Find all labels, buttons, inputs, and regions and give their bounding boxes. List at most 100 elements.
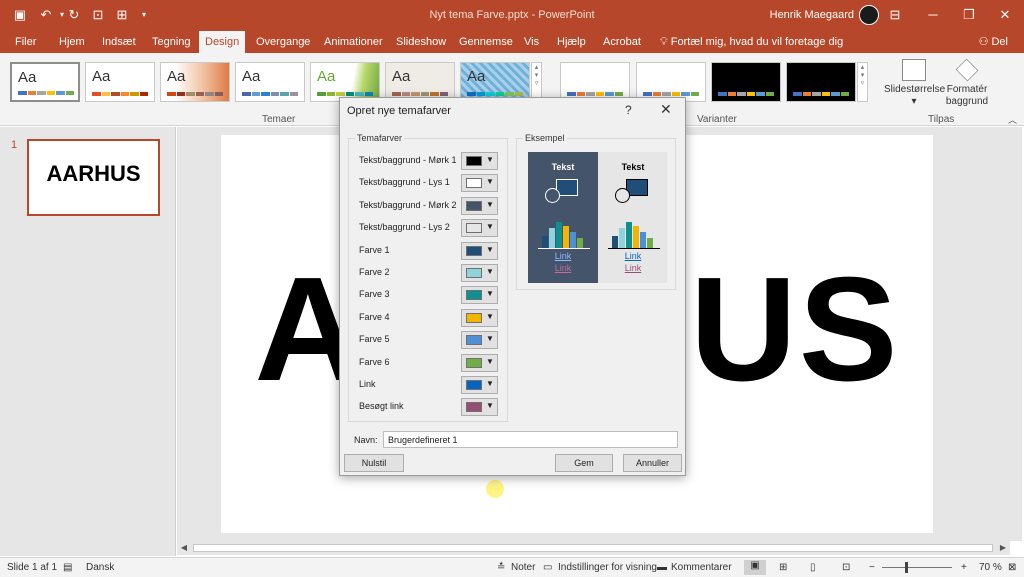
title-bar: ▣ ↶ ▾ ↻ ⊡ ⊞ ▾ Nyt tema Farve.pptx - Powe… — [0, 0, 1024, 31]
display-settings-icon: ▭ — [543, 562, 553, 573]
color-picker-button[interactable]: ▼ — [461, 152, 498, 170]
color-swatch — [466, 380, 482, 390]
minimize-icon[interactable]: ─ — [922, 5, 944, 25]
notes-icon: ≛ — [497, 562, 506, 573]
tab-filer[interactable]: Filer — [9, 31, 42, 53]
redo-icon[interactable]: ↻ — [64, 6, 84, 24]
collapse-ribbon-icon[interactable]: ︿ — [1008, 113, 1017, 126]
cancel-button[interactable]: Annuller — [623, 454, 682, 472]
new-slide-icon[interactable]: ⊞ — [112, 6, 132, 24]
tab-animationer[interactable]: Animationer — [318, 31, 389, 53]
theme-4[interactable]: Aa — [235, 62, 305, 102]
tab-acrobat[interactable]: Acrobat — [597, 31, 647, 53]
color-picker-button[interactable]: ▼ — [461, 174, 498, 193]
theme-color-bar — [167, 92, 223, 96]
tab-hjaelp[interactable]: Hjælp — [551, 31, 592, 53]
share-person-icon: ⚇ — [978, 36, 992, 48]
help-icon[interactable]: ? — [625, 103, 632, 117]
color-swatch — [466, 223, 482, 234]
theme-5[interactable]: Aa — [310, 62, 380, 102]
reset-button[interactable]: Nulstil — [344, 454, 404, 472]
chevron-down-icon: ▼ — [486, 155, 494, 164]
slide-size-button[interactable]: Slidestørrelse ▾ — [884, 59, 945, 108]
user-name[interactable]: Henrik Maegaard — [770, 9, 854, 21]
color-picker-button[interactable]: ▼ — [461, 398, 498, 417]
theme-3[interactable]: Aa — [160, 62, 230, 102]
variant-color-bar — [793, 92, 849, 96]
slide-thumbnail[interactable]: AARHUS — [27, 139, 160, 216]
scrollbar-track[interactable] — [193, 544, 993, 552]
color-picker-button[interactable]: ▼ — [461, 353, 498, 372]
color-picker-button[interactable]: ▼ — [461, 196, 498, 215]
color-row-label: Farve 3 — [359, 289, 390, 300]
close-window-icon[interactable]: ✕ — [994, 5, 1016, 25]
tab-hjem[interactable]: Hjem — [53, 31, 91, 53]
theme-color-bar — [242, 92, 298, 96]
variant-1[interactable] — [560, 62, 630, 102]
tab-overgange[interactable]: Overgange — [250, 31, 316, 53]
color-picker-button[interactable]: ▼ — [461, 219, 498, 238]
tab-vis[interactable]: Vis — [518, 31, 545, 53]
themes-gallery-scroll[interactable]: ▴ ▾ ▿ — [531, 62, 542, 102]
slideshow-view-icon[interactable]: ⊡ — [842, 562, 850, 573]
reading-view-icon[interactable]: ▯ — [810, 562, 816, 573]
save-icon[interactable]: ▣ — [10, 6, 30, 24]
zoom-slider-handle[interactable] — [905, 562, 908, 573]
theme-2[interactable]: Aa — [85, 62, 155, 102]
color-picker-button[interactable]: ▼ — [461, 286, 498, 305]
variant-3[interactable] — [711, 62, 781, 102]
close-icon[interactable]: ✕ — [660, 101, 672, 118]
variant-2[interactable] — [636, 62, 706, 102]
fit-to-window-icon[interactable]: ⊠ — [1008, 562, 1016, 573]
color-picker-button[interactable]: ▼ — [461, 241, 498, 260]
horizontal-scrollbar[interactable]: ◀ ▶ — [177, 541, 1010, 555]
chevron-down-icon: ▼ — [486, 267, 494, 276]
color-row: Farve 4 ▼ — [349, 308, 498, 327]
color-row-label: Farve 2 — [359, 267, 390, 277]
preview-light-circle — [615, 188, 630, 203]
theme-7[interactable]: Aa — [460, 62, 530, 102]
color-swatch — [466, 335, 482, 346]
color-picker-button[interactable]: ▼ — [461, 308, 498, 327]
color-picker-button[interactable]: ▼ — [461, 331, 498, 350]
name-field[interactable] — [383, 431, 678, 448]
comments-button[interactable]: Kommentarer — [671, 562, 732, 573]
chevron-down-icon: ▼ — [486, 356, 494, 366]
preview-dark-text: Tekst — [551, 162, 575, 172]
customize-toolbar-icon[interactable]: ▾ — [134, 6, 154, 24]
display-settings-button[interactable]: Indstillinger for visning — [558, 562, 657, 573]
variants-gallery-scroll[interactable]: ▴ ▾ ▿ — [857, 62, 868, 102]
format-background-button[interactable]: Formatér baggrund — [944, 58, 990, 108]
theme-sample-text: Aa — [92, 68, 111, 85]
zoom-in-icon[interactable]: + — [961, 562, 967, 573]
avatar[interactable] — [859, 5, 879, 25]
save-button[interactable]: Gem — [555, 454, 613, 472]
color-picker-button[interactable]: ▼ — [461, 376, 498, 394]
scroll-left-icon[interactable]: ◀ — [177, 541, 191, 555]
restore-icon[interactable]: ❐ — [958, 5, 980, 25]
tab-indsaet[interactable]: Indsæt — [96, 31, 142, 53]
tell-me-search[interactable]: 💡︎ Fortæl mig, hvad du vil foretage dig — [660, 31, 843, 53]
zoom-slider[interactable] — [882, 567, 952, 568]
share-button[interactable]: ⚇ Del — [979, 31, 1008, 53]
tab-gennemse[interactable]: Gennemse — [453, 31, 519, 53]
spelling-icon[interactable]: ▤ — [63, 562, 72, 573]
language[interactable]: Dansk — [86, 562, 114, 573]
normal-view-icon[interactable]: ▣ — [744, 560, 766, 575]
preview-canvas: Tekst Link Link Tekst Link Link — [528, 152, 667, 283]
variant-4[interactable] — [786, 62, 856, 102]
scroll-right-icon[interactable]: ▶ — [996, 541, 1010, 555]
notes-button[interactable]: Noter — [511, 562, 535, 573]
tab-tegning[interactable]: Tegning — [146, 31, 197, 53]
slide-sorter-icon[interactable]: ⊞ — [779, 562, 787, 573]
present-from-start-icon[interactable]: ⊡ — [88, 6, 108, 24]
ribbon-display-options-icon[interactable]: ⊟ — [884, 5, 906, 25]
theme-sample-text: Aa — [467, 68, 486, 85]
zoom-level[interactable]: 70 % — [979, 562, 1002, 573]
theme-office[interactable]: Aa — [10, 62, 80, 102]
zoom-out-icon[interactable]: − — [869, 562, 875, 573]
tab-design[interactable]: Design — [199, 31, 246, 53]
color-picker-button[interactable]: ▼ — [461, 264, 498, 282]
tab-slideshow[interactable]: Slideshow — [390, 31, 452, 53]
theme-6[interactable]: Aa — [385, 62, 455, 102]
